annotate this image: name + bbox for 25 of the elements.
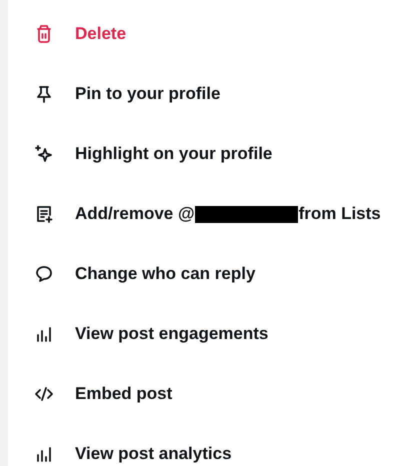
- menu-item-label: View post analytics: [75, 444, 232, 464]
- menu-item[interactable]: Pin to your profile: [8, 64, 414, 124]
- menu-item-label: Delete: [75, 24, 126, 44]
- menu-item-label: Change who can reply: [75, 264, 256, 284]
- menu-item-label: Add/remove @: [75, 204, 195, 224]
- bar-chart-icon: [34, 444, 54, 464]
- speech-bubble-icon: [34, 264, 54, 284]
- list-add-icon: [34, 204, 54, 224]
- menu-item-label: Embed post: [75, 384, 172, 404]
- menu-item[interactable]: View post analytics: [8, 424, 414, 466]
- menu-item-label: from Lists: [298, 204, 381, 224]
- menu-item-label: Pin to your profile: [75, 84, 220, 104]
- menu-item-label: View post engagements: [75, 324, 268, 344]
- menu-item-label: Highlight on your profile: [75, 144, 272, 164]
- menu-item[interactable]: Delete: [8, 4, 414, 64]
- menu-item[interactable]: Highlight on your profile: [8, 124, 414, 184]
- bar-chart-icon: [34, 324, 54, 344]
- menu-item[interactable]: Embed post: [8, 364, 414, 424]
- code-icon: [34, 384, 54, 404]
- menu-item[interactable]: Change who can reply: [8, 244, 414, 304]
- pin-icon: [34, 84, 54, 104]
- trash-icon: [34, 24, 54, 44]
- sparkle-icon: [34, 144, 54, 164]
- menu-item[interactable]: View post engagements: [8, 304, 414, 364]
- menu-item[interactable]: Add/remove @ from Lists: [8, 184, 414, 244]
